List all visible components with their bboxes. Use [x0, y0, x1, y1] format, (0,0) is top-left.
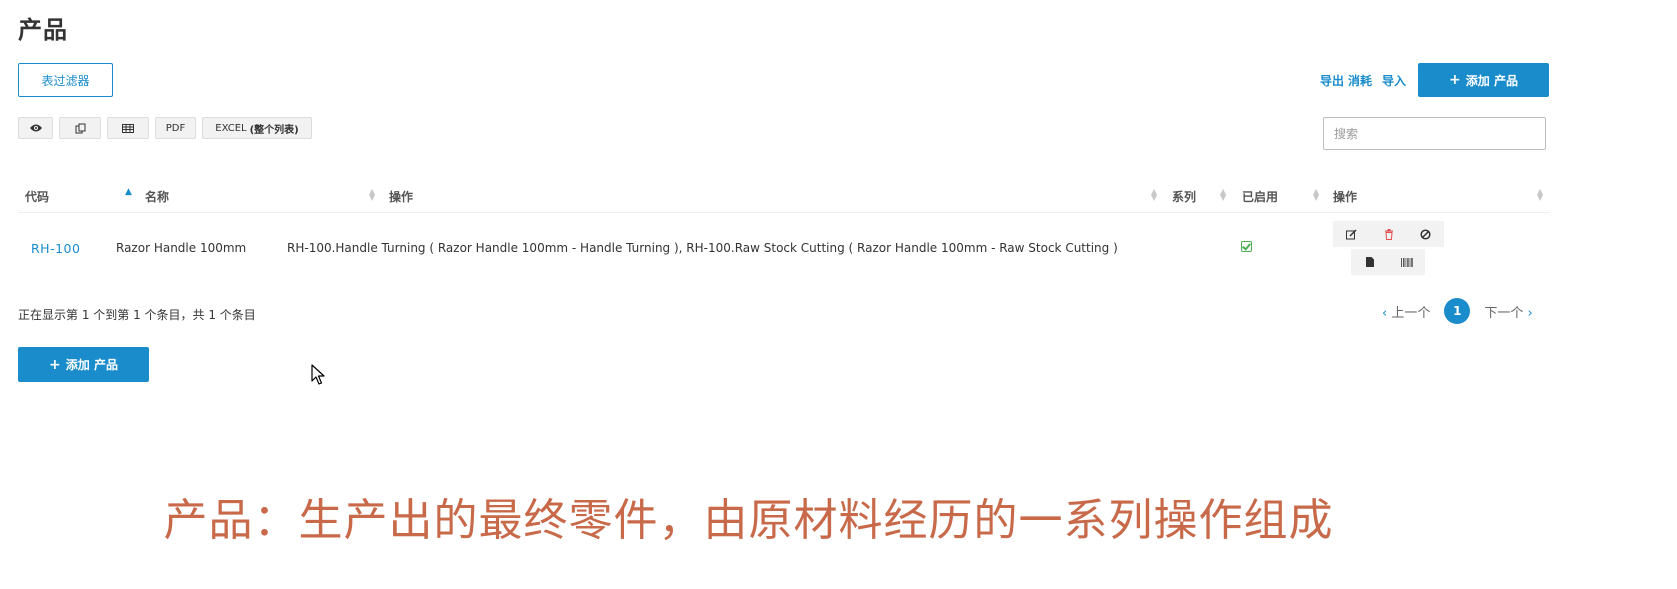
edit-button[interactable] [1333, 221, 1370, 247]
add-product-button-bottom[interactable]: + 添加 产品 [18, 347, 149, 382]
copy-icon [75, 123, 85, 133]
enabled-check-icon [1241, 241, 1252, 252]
page-title: 产品 [18, 16, 68, 44]
add-product-label: 添加 产品 [1465, 73, 1518, 88]
sort-icon: ▲ ▼ [1537, 187, 1544, 202]
sort-asc-icon: ▲ [125, 187, 132, 197]
copy-button[interactable] [59, 117, 101, 139]
column-header-actions[interactable]: 操作 [1333, 188, 1357, 205]
previous-label: 上一个 [1391, 305, 1431, 321]
ban-icon [1420, 228, 1431, 240]
search-input[interactable] [1323, 117, 1546, 150]
table-filter-button[interactable]: 表过滤器 [18, 63, 113, 97]
plus-icon: + [1449, 72, 1461, 88]
column-visibility-button[interactable] [18, 117, 53, 139]
pdf-button[interactable]: PDF [155, 117, 196, 139]
eye-icon [29, 124, 42, 132]
product-operations: RH-100.Handle Turning ( Razor Handle 100… [287, 241, 1118, 255]
chevron-right-icon: › [1527, 305, 1533, 321]
chevron-left-icon: ‹ [1382, 305, 1388, 321]
disable-button[interactable] [1407, 221, 1444, 247]
consume-link[interactable]: 消耗 [1348, 72, 1372, 89]
excel-label: EXCEL [215, 122, 247, 134]
table-row: RH-100 Razor Handle 100mm RH-100.Handle … [18, 214, 1550, 280]
next-label: 下一个 [1484, 305, 1524, 321]
sort-icon: ▲ ▼ [1151, 187, 1158, 202]
plus-icon: + [49, 356, 61, 373]
barcode-icon [1400, 257, 1413, 267]
csv-button[interactable] [107, 117, 149, 139]
top-links: 导出 消耗 导入 [1320, 72, 1406, 89]
column-header-enabled[interactable]: 已启用 [1242, 188, 1278, 205]
column-header-operations[interactable]: 操作 [389, 188, 413, 205]
current-page-button[interactable]: 1 [1444, 298, 1471, 324]
barcode-button[interactable] [1388, 249, 1425, 275]
column-header-series[interactable]: 系列 [1172, 188, 1196, 205]
product-code-link[interactable]: RH-100 [31, 241, 80, 256]
mouse-cursor-icon [311, 364, 325, 385]
trash-icon [1384, 228, 1393, 240]
edit-icon [1346, 228, 1357, 239]
table-header: 代码 ▲ 名称 ▲ ▼ 操作 ▲ ▼ 系列 ▲ ▼ 已启用 ▲ ▼ 操作 ▲ ▼ [18, 185, 1550, 213]
document-icon [1365, 257, 1374, 267]
caption-text: 产品：生产出的最终零件，由原材料经历的一系列操作组成 [163, 495, 1334, 546]
row-actions-top [1333, 221, 1444, 247]
sort-icon: ▲ ▼ [1313, 187, 1320, 202]
sort-icon: ▲ ▼ [1220, 187, 1227, 202]
next-page-button[interactable]: 下一个 › [1484, 302, 1532, 321]
column-header-name[interactable]: 名称 [145, 188, 169, 205]
sort-icon: ▲ ▼ [369, 187, 376, 202]
import-link[interactable]: 导入 [1382, 72, 1406, 89]
table-toolbar: PDF EXCEL (整个列表) [18, 117, 312, 139]
excel-button[interactable]: EXCEL (整个列表) [202, 117, 312, 139]
excel-scope-label: (整个列表) [249, 124, 299, 136]
add-product-label: 添加 产品 [65, 358, 118, 372]
table-icon [122, 123, 134, 133]
table-info: 正在显示第 1 个到第 1 个条目，共 1 个条目 [18, 308, 256, 322]
column-header-code[interactable]: 代码 [25, 188, 49, 205]
row-actions-bottom [1351, 249, 1425, 275]
document-button[interactable] [1351, 249, 1388, 275]
delete-button[interactable] [1370, 221, 1407, 247]
previous-page-button[interactable]: ‹ 上一个 [1382, 302, 1430, 321]
export-link[interactable]: 导出 [1320, 72, 1344, 89]
pagination: ‹ 上一个 1 下一个 › [1382, 298, 1533, 324]
add-product-button[interactable]: + 添加 产品 [1418, 63, 1549, 97]
product-name: Razor Handle 100mm [116, 241, 247, 255]
